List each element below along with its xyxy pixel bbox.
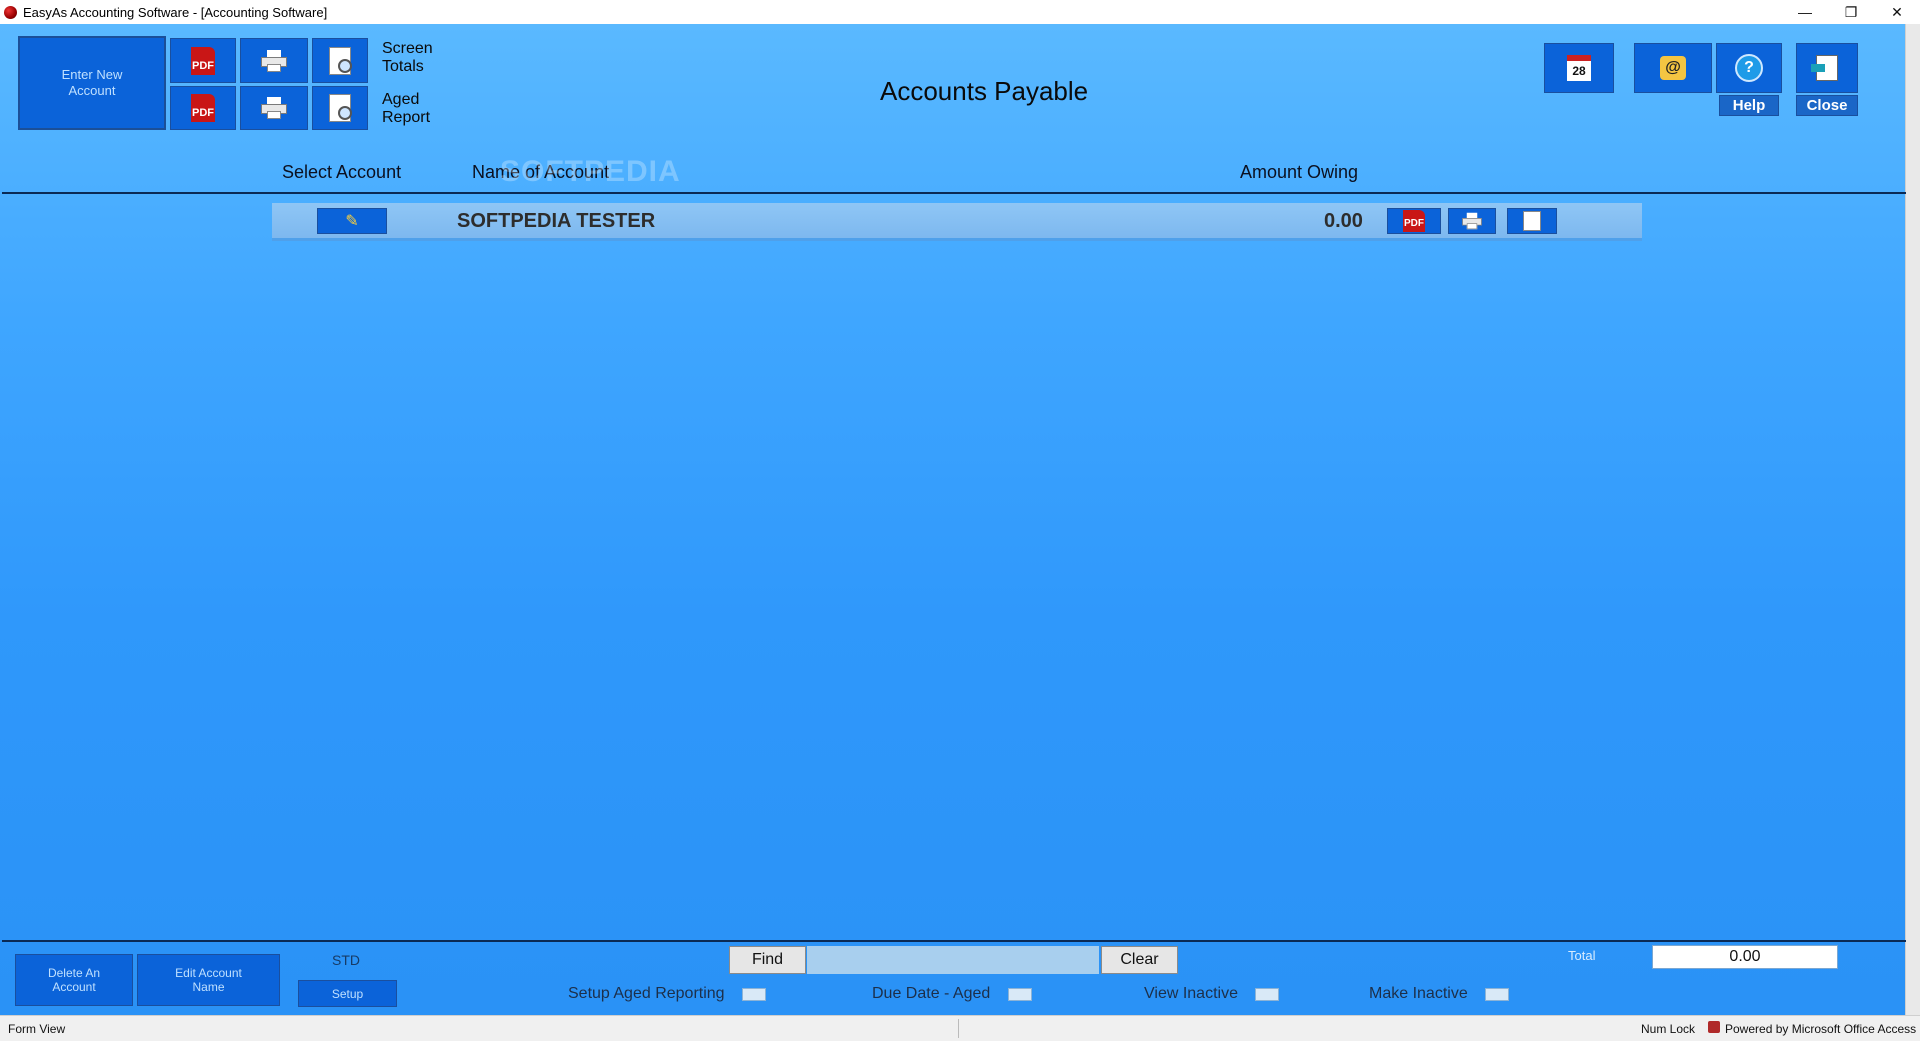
help-label: Help	[1732, 97, 1766, 114]
aged-report-print-button[interactable]	[240, 86, 308, 130]
softpedia-watermark: SOFTPEDIA	[500, 155, 681, 188]
column-amount-owing: Amount Owing	[1240, 162, 1359, 182]
aged-report-preview-button[interactable]	[312, 86, 368, 130]
close-form-button[interactable]	[1796, 43, 1858, 93]
status-bar: Form View Num Lock Powered by Microsoft …	[0, 1015, 1920, 1041]
help-label-button[interactable]: Help	[1719, 95, 1779, 116]
edit-account-name-label: Edit Account Name	[175, 966, 242, 994]
email-button[interactable]: @	[1634, 43, 1712, 93]
pdf-icon: PDF	[191, 94, 215, 122]
find-input[interactable]	[807, 946, 1099, 974]
make-inactive-label: Make Inactive	[1369, 985, 1468, 1002]
printer-icon	[261, 49, 287, 72]
window-title: EasyAs Accounting Software - [Accounting…	[23, 4, 328, 20]
page-title: Accounts Payable	[880, 76, 1089, 106]
due-date-aged-label: Due Date - Aged	[872, 985, 991, 1002]
minimize-button[interactable]: —	[1782, 0, 1828, 24]
access-icon	[1708, 1021, 1720, 1033]
print-preview-icon	[329, 94, 352, 122]
setup-aged-reporting-label: Setup Aged Reporting	[568, 985, 725, 1002]
print-preview-icon	[329, 46, 352, 75]
account-name: SOFTPEDIA TESTER	[457, 210, 656, 232]
help-icon: ?	[1735, 54, 1763, 82]
find-button[interactable]: Find	[729, 946, 806, 974]
close-label: Close	[1806, 97, 1848, 114]
amount-owing: 0.00	[1324, 210, 1363, 232]
enter-new-account-button[interactable]: Enter New Account	[18, 36, 166, 130]
edit-account-name-button[interactable]: Edit Account Name	[137, 954, 280, 1006]
header-divider	[2, 192, 1906, 194]
delete-account-button[interactable]: Delete An Account	[15, 954, 133, 1006]
window-titlebar: EasyAs Accounting Software - [Accounting…	[0, 0, 1920, 25]
due-date-aged-checkbox[interactable]	[1008, 988, 1032, 1001]
help-button[interactable]: ?	[1716, 43, 1782, 93]
status-num-lock: Num Lock	[1641, 1022, 1696, 1036]
row-print-button[interactable]	[1448, 208, 1496, 234]
status-divider	[958, 1019, 959, 1038]
total-label: Total	[1568, 948, 1596, 963]
clear-button[interactable]: Clear	[1101, 946, 1178, 974]
calendar-icon: 28	[1567, 55, 1591, 81]
select-account-button[interactable]: ✎	[317, 208, 387, 234]
print-preview-icon	[1523, 211, 1541, 231]
make-inactive-checkbox[interactable]	[1485, 988, 1509, 1001]
view-inactive-checkbox[interactable]	[1255, 988, 1279, 1001]
app-icon	[4, 5, 17, 19]
column-select-account: Select Account	[282, 162, 402, 182]
setup-label: Setup	[331, 986, 364, 1001]
table-row: ✎ SOFTPEDIA TESTER 0.00 PDF	[272, 203, 1642, 241]
screen-totals-pdf-button[interactable]: PDF	[170, 38, 236, 83]
email-icon: @	[1660, 56, 1686, 80]
close-window-button[interactable]: ✕	[1874, 0, 1920, 24]
printer-icon	[1462, 212, 1482, 230]
clear-label: Clear	[1120, 951, 1159, 968]
status-form-view: Form View	[8, 1022, 66, 1036]
pdf-icon: PDF	[191, 46, 215, 75]
close-label-button[interactable]: Close	[1796, 95, 1858, 116]
aged-report-label: Aged Report	[382, 91, 431, 126]
pdf-icon: PDF	[1403, 210, 1425, 232]
restore-button[interactable]: ❐	[1828, 0, 1874, 24]
screen-totals-label: Screen Totals	[382, 40, 433, 75]
enter-new-account-label: Enter New Account	[61, 67, 123, 98]
setup-button[interactable]: Setup	[298, 980, 397, 1007]
view-inactive-label: View Inactive	[1144, 985, 1238, 1002]
printer-icon	[261, 97, 287, 119]
find-label: Find	[751, 951, 784, 968]
pencil-icon: ✎	[345, 213, 359, 230]
aged-report-pdf-button[interactable]: PDF	[170, 86, 236, 130]
setup-aged-reporting-checkbox[interactable]	[742, 988, 766, 1001]
row-pdf-button[interactable]: PDF	[1387, 208, 1441, 234]
exit-door-icon	[1811, 55, 1838, 81]
delete-account-label: Delete An Account	[47, 966, 101, 994]
status-powered-by: Powered by Microsoft Office Access	[1725, 1022, 1917, 1036]
total-value: 0.00	[1652, 945, 1838, 969]
window-controls: — ❐ ✕	[1782, 0, 1920, 24]
footer-divider	[2, 940, 1906, 942]
row-preview-button[interactable]	[1507, 208, 1557, 234]
std-label: STD	[332, 952, 360, 968]
calendar-button[interactable]: 28	[1544, 43, 1614, 93]
vertical-scrollbar[interactable]	[1905, 24, 1920, 1015]
screen-totals-preview-button[interactable]	[312, 38, 368, 83]
screen-totals-print-button[interactable]	[240, 38, 308, 83]
